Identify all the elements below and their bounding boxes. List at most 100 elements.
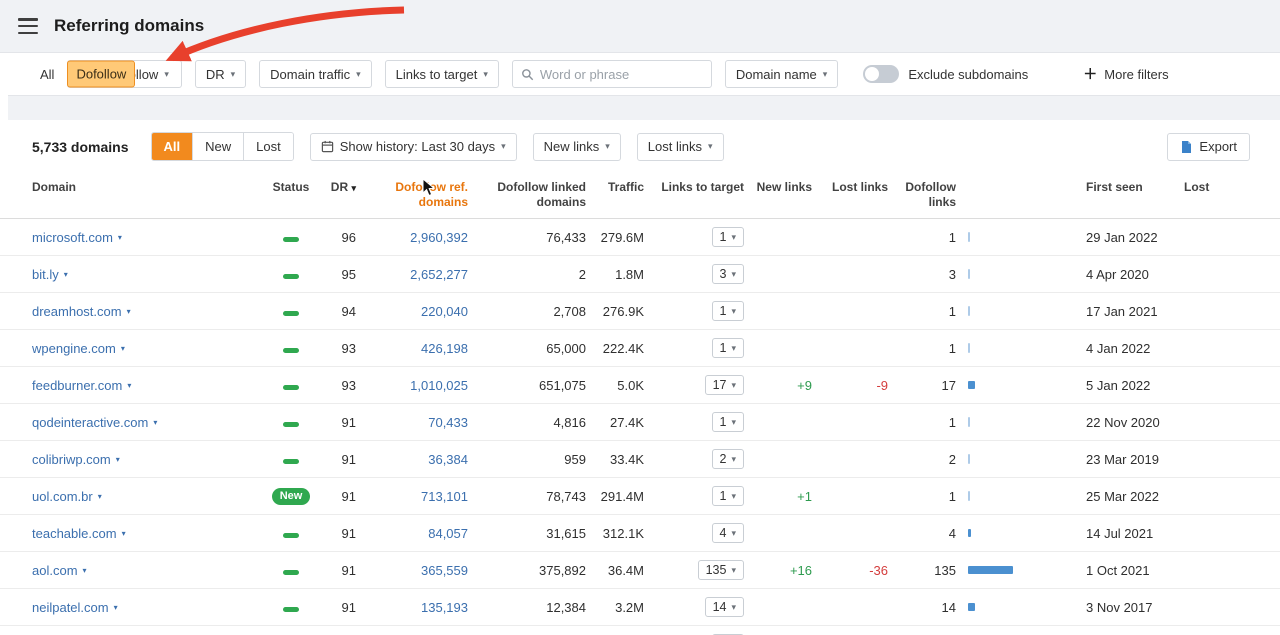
dr-value: 91 xyxy=(320,415,356,430)
table-header-row: Domain Status DR ▾ Dofollow ref. domains… xyxy=(0,172,1280,219)
links-to-target-dropdown[interactable]: 2 ▾ xyxy=(712,449,744,469)
links-to-target-dropdown[interactable]: 1 ▾ xyxy=(712,412,744,432)
dofollow-links-sparkbar xyxy=(968,381,975,389)
chevron-down-icon[interactable]: ▾ xyxy=(83,566,87,575)
dofollow-ref-domains-link[interactable]: 365,559 xyxy=(421,563,468,578)
links-to-target-dropdown[interactable]: 1 ▾ xyxy=(712,227,744,247)
dofollow-ref-domains-link[interactable]: 1,010,025 xyxy=(410,378,468,393)
toggle-knob xyxy=(865,67,879,81)
calendar-icon xyxy=(321,140,334,153)
col-dr[interactable]: DR ▾ xyxy=(320,180,356,195)
status-badge xyxy=(283,237,299,242)
lost-links-value: -36 xyxy=(812,563,888,578)
dofollow-ref-domains-link[interactable]: 426,198 xyxy=(421,341,468,356)
links-to-target-dropdown[interactable]: 1 ▾ xyxy=(712,486,744,506)
chevron-down-icon[interactable]: ▾ xyxy=(122,529,126,538)
col-traffic[interactable]: Traffic xyxy=(586,180,644,195)
page-title: Referring domains xyxy=(54,16,204,36)
first-seen-value: 29 Jan 2022 xyxy=(1066,230,1176,245)
domain-link[interactable]: qodeinteractive.com xyxy=(32,415,148,430)
chevron-down-icon[interactable]: ▾ xyxy=(98,492,102,501)
chevron-down-icon[interactable]: ▾ xyxy=(116,455,120,464)
domain-link[interactable]: bit.ly xyxy=(32,267,59,282)
domain-link[interactable]: neilpatel.com xyxy=(32,600,109,615)
domain-traffic-filter-dropdown[interactable]: Domain traffic ▾ xyxy=(259,60,372,88)
links-to-target-dropdown[interactable]: 14 ▾ xyxy=(705,597,744,617)
chevron-down-icon: ▾ xyxy=(356,70,361,79)
dr-filter-dropdown[interactable]: DR ▾ xyxy=(195,60,246,88)
chevron-down-icon: ▾ xyxy=(731,566,736,575)
chevron-down-icon[interactable]: ▾ xyxy=(127,307,131,316)
dofollow-links-sparkbar xyxy=(968,343,970,353)
dr-value: 91 xyxy=(320,563,356,578)
col-dofollow-links[interactable]: Dofollow links xyxy=(888,180,956,210)
domain-name-filter-dropdown[interactable]: Domain name ▾ xyxy=(725,60,838,88)
new-links-dropdown[interactable]: New links ▾ xyxy=(533,133,621,161)
chevron-down-icon[interactable]: ▾ xyxy=(153,418,157,427)
export-icon xyxy=(1180,140,1193,154)
domain-link[interactable]: microsoft.com xyxy=(32,230,113,245)
domain-link[interactable]: teachable.com xyxy=(32,526,117,541)
menu-icon[interactable] xyxy=(18,18,38,34)
chevron-down-icon: ▾ xyxy=(731,381,736,390)
col-dofollow-linked-domains[interactable]: Dofollow linked domains xyxy=(468,180,586,210)
domain-link[interactable]: feedburner.com xyxy=(32,378,122,393)
dofollow-links-sparkbar xyxy=(968,232,970,242)
links-to-target-value: 1 xyxy=(720,341,727,355)
exclude-subdomains-toggle[interactable] xyxy=(863,65,899,83)
links-to-target-dropdown[interactable]: 1 ▾ xyxy=(712,301,744,321)
dofollow-ref-domains-link[interactable]: 84,057 xyxy=(428,526,468,541)
chevron-down-icon: ▾ xyxy=(731,307,736,316)
chevron-down-icon[interactable]: ▾ xyxy=(114,603,118,612)
links-to-target-dropdown[interactable]: 17 ▾ xyxy=(705,375,744,395)
domains-count: 5,733 domains xyxy=(32,139,129,155)
more-filters-button[interactable]: ＋ More filters xyxy=(1083,64,1168,84)
domain-link[interactable]: uol.com.br xyxy=(32,489,93,504)
dofollow-ref-domains-link[interactable]: 220,040 xyxy=(421,304,468,319)
col-lost-links[interactable]: Lost links xyxy=(812,180,888,195)
links-to-target-dropdown[interactable]: 3 ▾ xyxy=(712,264,744,284)
chevron-down-icon[interactable]: ▾ xyxy=(118,233,122,242)
dofollow-ref-domains-link[interactable]: 135,193 xyxy=(421,600,468,615)
table-body: microsoft.com ▾ 96 2,960,392 76,433 279.… xyxy=(0,219,1280,635)
domain-link[interactable]: colibriwp.com xyxy=(32,452,111,467)
domain-link[interactable]: aol.com xyxy=(32,563,78,578)
col-domain[interactable]: Domain xyxy=(32,180,262,195)
col-status[interactable]: Status xyxy=(262,180,320,195)
col-new-links[interactable]: New links xyxy=(744,180,812,195)
segment-new[interactable]: New xyxy=(192,133,243,160)
chevron-down-icon[interactable]: ▾ xyxy=(127,381,131,390)
search-input[interactable] xyxy=(540,67,703,82)
lost-links-dropdown[interactable]: Lost links ▾ xyxy=(637,133,724,161)
dr-value: 96 xyxy=(320,230,356,245)
chevron-down-icon[interactable]: ▾ xyxy=(64,270,68,279)
chevron-down-icon[interactable]: ▾ xyxy=(121,344,125,353)
chevron-down-icon: ▾ xyxy=(731,270,736,279)
dofollow-ref-domains-link[interactable]: 36,384 xyxy=(428,452,468,467)
segment-lost[interactable]: Lost xyxy=(243,133,293,160)
segment-all[interactable]: All xyxy=(152,133,193,160)
col-first-seen[interactable]: First seen xyxy=(1066,180,1176,195)
dofollow-ref-domains-link[interactable]: 2,652,277 xyxy=(410,267,468,282)
dofollow-ref-domains-link[interactable]: 2,960,392 xyxy=(410,230,468,245)
dofollow-highlight-button[interactable]: Dofollow xyxy=(67,61,135,88)
dr-value: 91 xyxy=(320,489,356,504)
domain-link[interactable]: dreamhost.com xyxy=(32,304,122,319)
dofollow-ref-domains-link[interactable]: 70,433 xyxy=(428,415,468,430)
first-seen-value: 4 Jan 2022 xyxy=(1066,341,1176,356)
table-row: qodeinteractive.com ▾ 91 70,433 4,816 27… xyxy=(0,404,1280,441)
links-to-target-dropdown[interactable]: 135 ▾ xyxy=(698,560,744,580)
search-box xyxy=(512,60,712,88)
dofollow-links-sparkbar xyxy=(968,454,970,464)
filter-all-button[interactable]: All xyxy=(40,67,54,82)
col-lost[interactable]: Lost xyxy=(1176,180,1252,195)
col-dofollow-ref-domains[interactable]: Dofollow ref. domains xyxy=(356,180,468,210)
links-to-target-dropdown[interactable]: 4 ▾ xyxy=(712,523,744,543)
show-history-dropdown[interactable]: Show history: Last 30 days ▾ xyxy=(310,133,517,161)
col-links-to-target[interactable]: Links to target xyxy=(644,180,744,195)
links-to-target-dropdown[interactable]: 1 ▾ xyxy=(712,338,744,358)
export-button[interactable]: Export xyxy=(1167,133,1250,161)
links-to-target-filter-dropdown[interactable]: Links to target ▾ xyxy=(385,60,499,88)
dofollow-ref-domains-link[interactable]: 713,101 xyxy=(421,489,468,504)
domain-link[interactable]: wpengine.com xyxy=(32,341,116,356)
